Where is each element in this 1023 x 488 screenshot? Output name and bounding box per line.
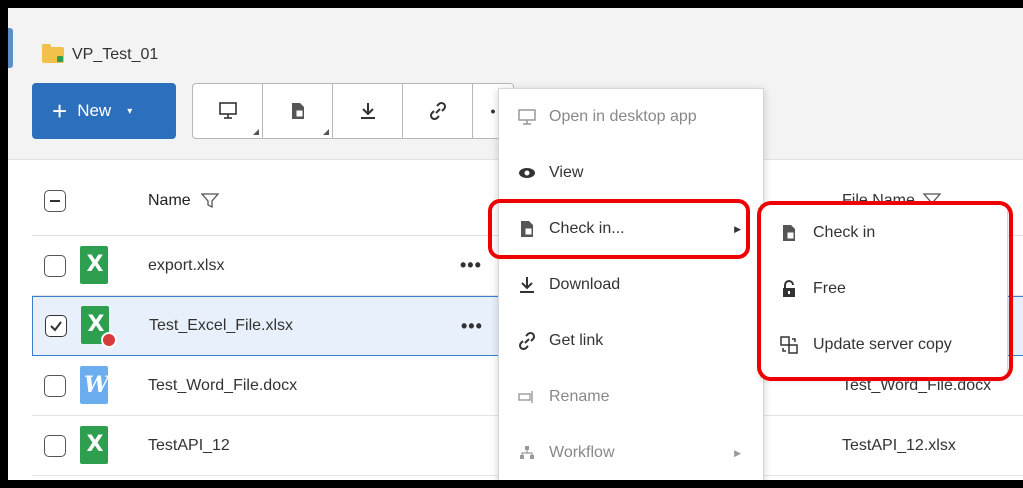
file-name[interactable]: Test_Excel_File.xlsx — [149, 317, 293, 335]
excel-file-icon: X — [80, 245, 110, 286]
row-checkbox[interactable] — [44, 434, 66, 457]
file-name[interactable]: export.xlsx — [148, 257, 224, 275]
file-name[interactable]: Test_Word_File.docx — [148, 377, 297, 395]
filter-icon[interactable] — [200, 192, 219, 210]
checkmark-icon — [50, 321, 62, 332]
select-all-checkbox[interactable] — [44, 189, 66, 212]
open-desktop-button[interactable] — [193, 84, 263, 138]
checkin-icon — [291, 103, 304, 119]
link-icon — [518, 331, 536, 351]
get-link-button[interactable] — [403, 84, 473, 138]
row-actions-button[interactable]: ••• — [460, 255, 482, 276]
new-button[interactable]: + New ▾ — [32, 83, 176, 139]
plus-icon: + — [52, 96, 68, 126]
row-actions-button[interactable]: ••• — [461, 316, 483, 337]
monitor-icon — [218, 102, 237, 119]
highlight-check-in — [488, 199, 750, 259]
breadcrumb[interactable]: VP_Test_01 — [42, 44, 159, 64]
chevron-down-icon: ▾ — [127, 105, 133, 117]
new-button-label: New — [77, 101, 112, 120]
chevron-right-icon: ▶ — [734, 447, 741, 458]
menu-item-view[interactable]: View — [499, 145, 763, 201]
app-window: VP_Test_01 + New ▾ • Name File Name X ex… — [8, 8, 1023, 480]
excel-locked-file-icon: X — [81, 306, 117, 348]
folder-icon — [42, 44, 64, 63]
file-name[interactable]: TestAPI_12 — [148, 437, 230, 455]
row-checkbox[interactable] — [44, 254, 66, 277]
row-checkbox[interactable] — [44, 374, 66, 397]
link-icon — [429, 101, 446, 121]
toolbar: • — [192, 83, 514, 139]
menu-item-open-desktop[interactable]: Open in desktop app — [499, 89, 763, 145]
download-icon — [360, 103, 375, 119]
column-header-name[interactable]: Name — [148, 192, 219, 210]
monitor-icon — [518, 109, 536, 125]
workflow-icon — [520, 446, 534, 459]
excel-file-icon: X — [80, 425, 110, 466]
menu-item-rename[interactable]: Rename — [499, 369, 763, 425]
left-accent — [8, 28, 13, 68]
context-menu: Open in desktop app View Check in... ▶ D… — [498, 88, 764, 480]
download-icon — [520, 277, 534, 293]
menu-item-get-link[interactable]: Get link — [499, 313, 763, 369]
menu-item-download[interactable]: Download — [499, 257, 763, 313]
highlight-submenu — [757, 201, 1013, 381]
menu-item-workflow[interactable]: Workflow ▶ — [499, 425, 763, 480]
checkin-button[interactable] — [263, 84, 333, 138]
row-checkbox[interactable] — [45, 315, 67, 337]
folder-name: VP_Test_01 — [72, 46, 159, 63]
more-icon: • — [490, 103, 496, 119]
rename-icon — [518, 391, 533, 403]
checked-out-icon — [101, 332, 117, 348]
file-name-cell: TestAPI_12.xlsx — [842, 436, 956, 454]
eye-icon — [519, 168, 535, 178]
download-button[interactable] — [333, 84, 403, 138]
word-file-icon: W — [80, 365, 110, 406]
